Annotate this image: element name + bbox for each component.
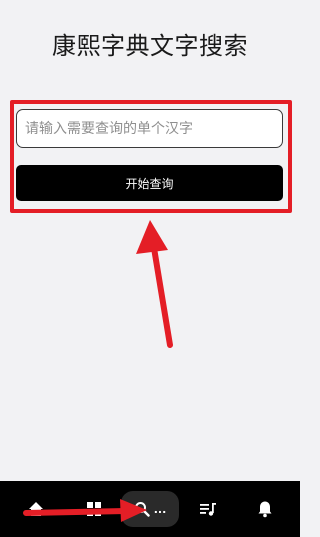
nav-playlist[interactable] <box>190 491 226 527</box>
bell-icon <box>258 501 272 518</box>
search-icon <box>134 502 150 517</box>
nav-search-label: ... <box>153 502 167 516</box>
nav-search[interactable]: ... <box>121 491 179 527</box>
annotation-overlay <box>23 220 173 522</box>
page-title: 康熙字典文字搜索 <box>52 32 248 60</box>
arrow-up-annotation <box>136 220 173 348</box>
nav-home[interactable] <box>18 491 54 527</box>
nav-grid[interactable] <box>76 491 112 527</box>
bottom-navigation-bar: ... <box>0 481 300 537</box>
nav-notifications[interactable] <box>247 491 283 527</box>
app-screen: 康熙字典文字搜索 开始查询 ... <box>0 0 300 537</box>
playlist-icon <box>200 503 216 516</box>
grid-icon <box>87 502 101 516</box>
search-button[interactable]: 开始查询 <box>16 165 283 201</box>
home-icon <box>29 502 43 516</box>
search-input[interactable] <box>16 109 283 148</box>
